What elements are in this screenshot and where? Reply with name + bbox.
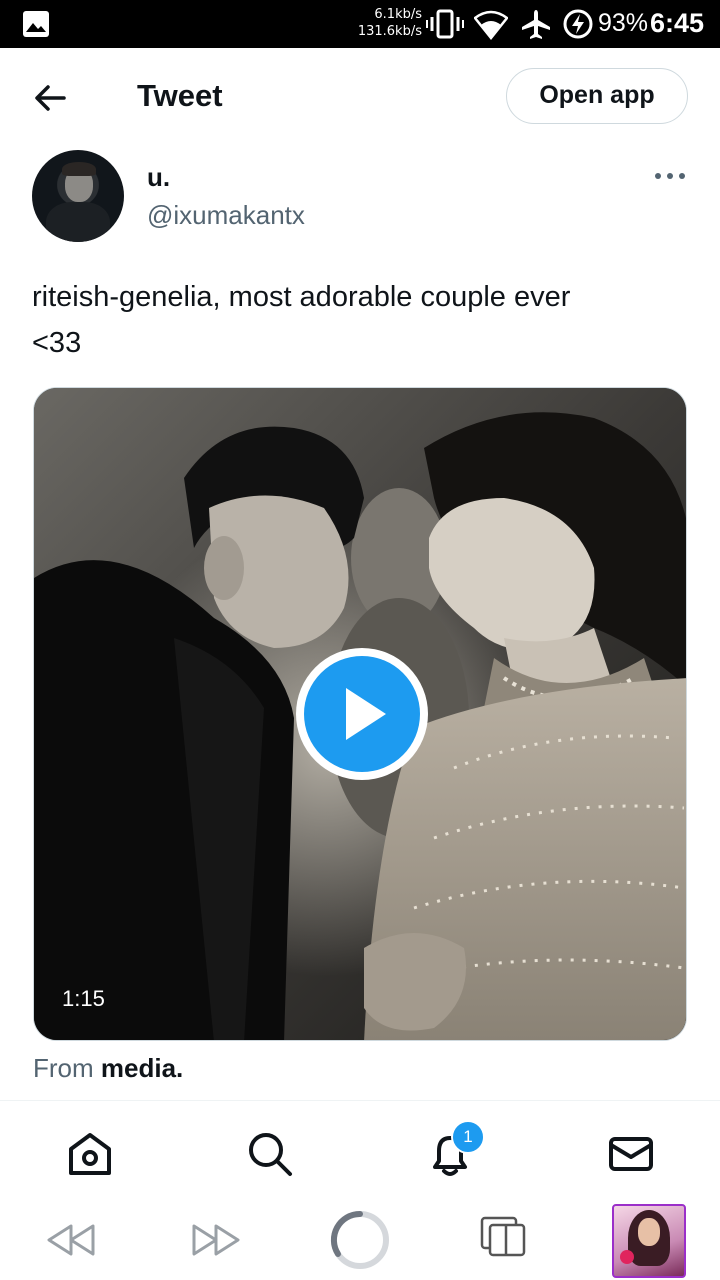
tabs-icon[interactable] (480, 1216, 526, 1258)
tweet-text: riteish-genelia, most adorable couple ev… (32, 281, 571, 359)
reload-icon[interactable] (330, 1210, 390, 1270)
upload-speed: 131.6kb/s (357, 24, 422, 39)
wifi-icon (474, 10, 508, 40)
battery-percentage: 93% (598, 9, 649, 37)
play-icon[interactable] (294, 646, 430, 782)
status-bar: 6.1kb/s 131.6kb/s 93% 6:45 (0, 0, 720, 48)
airplane-mode-icon (522, 10, 550, 39)
gallery-icon (23, 11, 49, 37)
battery-saver-icon (563, 9, 593, 39)
browser-bar (0, 1200, 720, 1280)
page-title: Tweet (137, 78, 223, 113)
back-arrow-icon[interactable] (30, 78, 70, 118)
media-attribution: From media. (33, 1053, 183, 1084)
bottom-nav: 1 (0, 1100, 720, 1201)
notification-badge: 1 (451, 1120, 485, 1154)
video-duration: 1:15 (62, 986, 105, 1011)
clock: 6:45 (650, 8, 705, 38)
attribution-source[interactable]: media. (101, 1053, 183, 1083)
header: Tweet Open app (0, 48, 720, 148)
messages-icon[interactable] (606, 1129, 656, 1179)
home-icon[interactable] (65, 1129, 115, 1179)
more-options-icon[interactable] (652, 164, 688, 188)
search-icon[interactable] (245, 1129, 295, 1179)
display-name[interactable]: u. (147, 162, 170, 193)
attribution-prefix: From (33, 1053, 94, 1083)
vibrate-icon (426, 9, 464, 39)
username[interactable]: @ixumakantx (147, 200, 305, 231)
back-icon[interactable] (45, 1220, 97, 1260)
open-app-button[interactable]: Open app (506, 68, 688, 124)
tab-preview-thumbnail[interactable] (612, 1204, 686, 1278)
download-speed: 6.1kb/s (374, 7, 422, 22)
network-speed: 6.1kb/s 131.6kb/s (352, 6, 422, 40)
avatar[interactable] (32, 150, 124, 242)
video-player[interactable]: 1:15 (33, 387, 687, 1041)
forward-icon[interactable] (190, 1220, 242, 1260)
